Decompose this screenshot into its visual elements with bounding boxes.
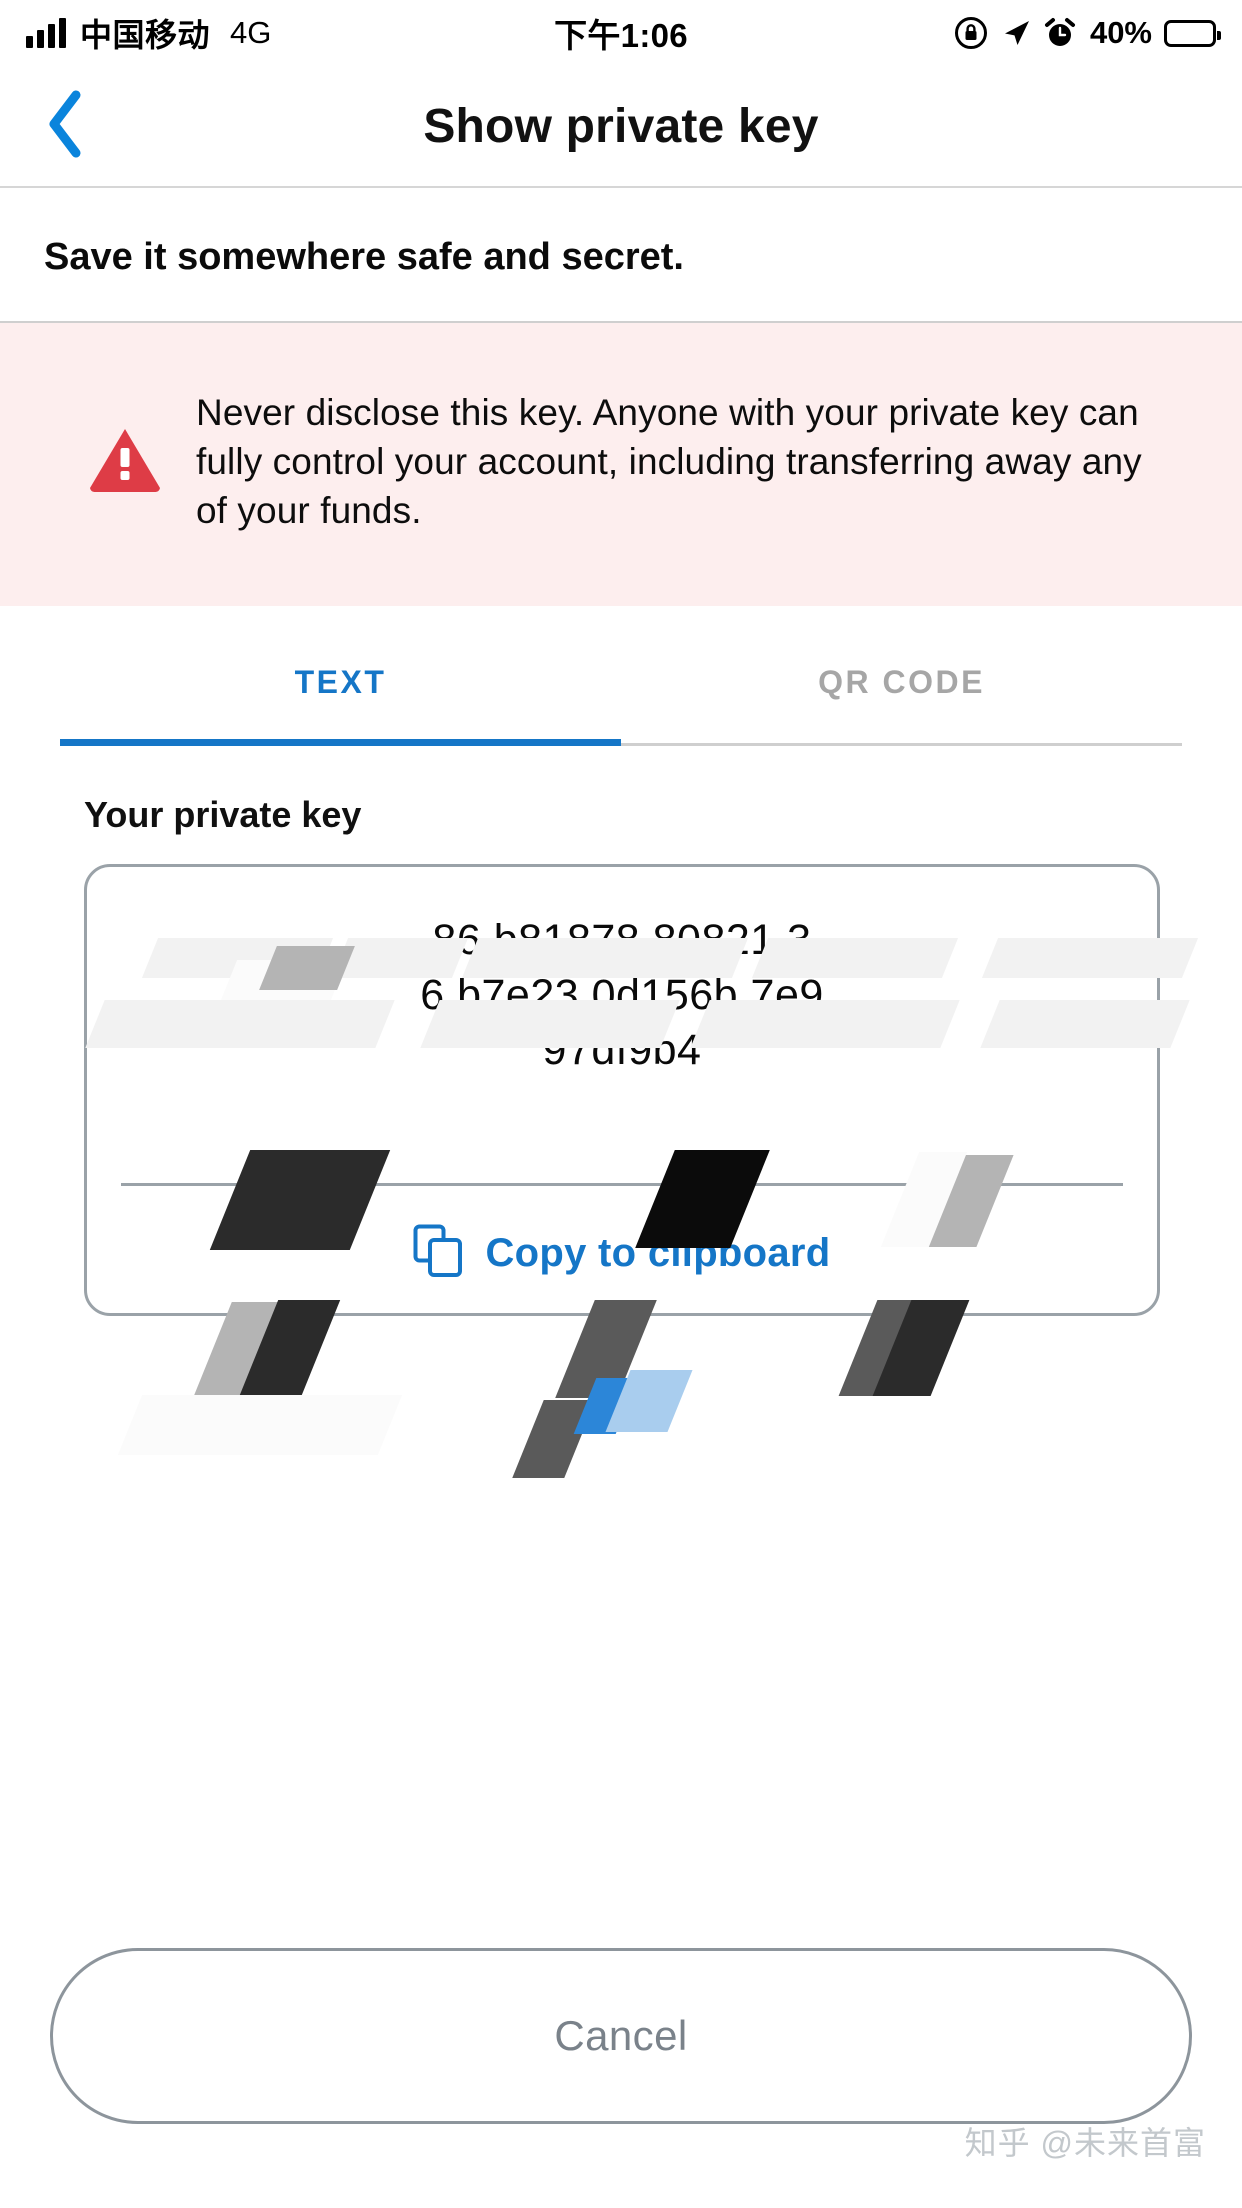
private-key-label: Your private key — [84, 794, 362, 835]
page-title: Show private key — [423, 99, 819, 153]
cancel-button[interactable]: Cancel — [50, 1948, 1192, 2124]
private-key-line-2: 6 b7e23 0d156b 7e9 — [420, 971, 824, 1020]
battery-icon — [1164, 19, 1221, 47]
watermark: 知乎 @未来首富 — [964, 2125, 1206, 2161]
private-key-line-3: 97df9b4 — [542, 1026, 702, 1075]
warning-triangle-icon — [88, 426, 162, 497]
tab-bar: TEXT QR CODE — [0, 664, 1242, 746]
nav-bar: Show private key — [0, 66, 1242, 188]
status-bar: 中国移动 4G 下午1:06 40% — [0, 0, 1242, 66]
copy-to-clipboard-label: Copy to clipboard — [485, 1231, 831, 1275]
copy-to-clipboard-button[interactable]: Copy to clipboard — [117, 1186, 1127, 1283]
warning-message: Never disclose this key. Anyone with you… — [196, 391, 1142, 532]
status-bar-clock: 下午1:06 — [554, 17, 688, 54]
private-key-box: 86 b81878 80821 3 6 b7e23 0d156b 7e9 97d… — [84, 864, 1160, 1316]
back-button[interactable] — [30, 89, 100, 164]
private-key-value[interactable]: 86 b81878 80821 3 6 b7e23 0d156b 7e9 97d… — [117, 913, 1127, 1183]
cancel-button-label: Cancel — [554, 2012, 688, 2059]
subtitle-text: Save it somewhere safe and secret. — [44, 236, 684, 278]
chevron-left-icon — [42, 89, 88, 164]
private-key-line-1: 86 b81878 80821 3 — [432, 916, 812, 964]
copy-documents-icon — [413, 1224, 463, 1283]
warning-banner: Never disclose this key. Anyone with you… — [0, 321, 1242, 606]
tab-text[interactable]: TEXT — [60, 664, 621, 746]
tab-qr-code[interactable]: QR CODE — [621, 664, 1182, 746]
